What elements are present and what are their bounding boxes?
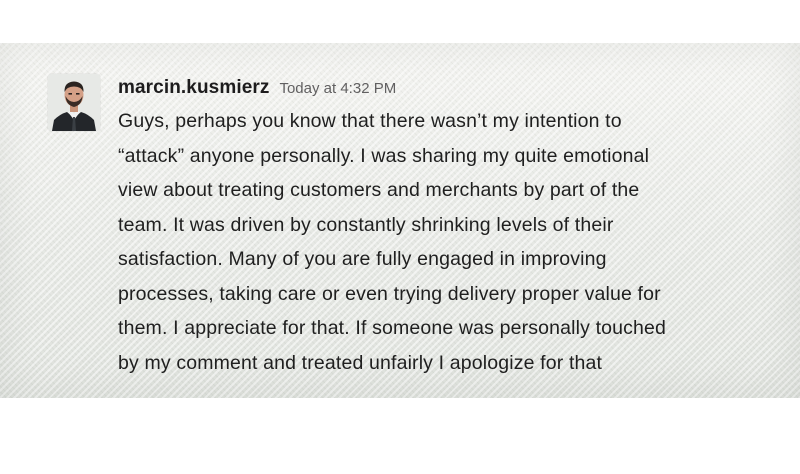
user-avatar[interactable]	[48, 74, 100, 131]
message-content: marcin.kusmierz Today at 4:32 PM Guys, p…	[118, 74, 783, 380]
message-line: view about treating customers and mercha…	[118, 179, 640, 201]
message-line: Guys, perhaps you know that there wasn’t…	[118, 110, 622, 132]
message-header: marcin.kusmierz Today at 4:32 PM	[118, 74, 783, 102]
message-line: them. I appreciate for that. If someone …	[118, 317, 667, 339]
message-line: team. It was driven by constantly shrink…	[118, 213, 614, 236]
message-body: Guys, perhaps you know that there wasn’t…	[118, 104, 783, 380]
chat-message: marcin.kusmierz Today at 4:32 PM Guys, p…	[48, 74, 788, 394]
message-line: satisfaction. Many of you are fully enga…	[118, 248, 607, 270]
author-name[interactable]: marcin.kusmierz	[118, 74, 269, 102]
message-line: processes, taking care or even trying de…	[118, 282, 661, 305]
message-timestamp[interactable]: Today at 4:32 PM	[279, 75, 396, 103]
message-line: by my comment and treated unfairly I apo…	[118, 351, 603, 374]
avatar-photo-icon	[48, 74, 100, 131]
message-line: “attack” anyone personally. I was sharin…	[118, 144, 650, 167]
